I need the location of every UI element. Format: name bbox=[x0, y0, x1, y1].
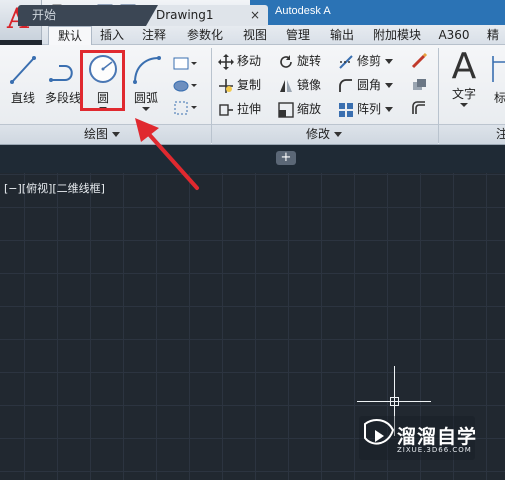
tab-parametric[interactable]: 参数化 bbox=[178, 26, 232, 45]
new-tab-button[interactable]: + bbox=[276, 151, 296, 165]
scale-icon bbox=[278, 101, 294, 118]
line-icon bbox=[10, 56, 36, 84]
chevron-down-icon[interactable] bbox=[384, 106, 393, 113]
chevron-down-icon[interactable] bbox=[459, 102, 469, 108]
annotation-arrow-icon bbox=[135, 118, 199, 190]
stretch-button[interactable]: 拉伸 bbox=[218, 99, 261, 119]
move-icon bbox=[218, 53, 234, 70]
tab-addins[interactable]: 附加模块 bbox=[364, 26, 430, 45]
arc-icon bbox=[133, 56, 161, 84]
chevron-down-icon[interactable] bbox=[384, 58, 393, 65]
file-tab-bar bbox=[0, 145, 505, 173]
tab-featured[interactable]: 精 bbox=[478, 26, 505, 45]
modify-panel-title[interactable]: 修改 bbox=[306, 125, 342, 143]
line-button[interactable]: 直线 bbox=[6, 52, 40, 106]
text-button[interactable]: A 文字 bbox=[445, 48, 483, 108]
viewport-controls[interactable]: [−][俯视][二维线框] bbox=[4, 180, 105, 196]
dimension-button[interactable]: 标 bbox=[489, 52, 505, 106]
draw-panel-title[interactable]: 绘图 bbox=[84, 125, 120, 143]
rotate-button[interactable]: 旋转 bbox=[278, 51, 321, 71]
mirror-icon bbox=[280, 79, 292, 92]
tab-drawing1[interactable]: Drawing1 × bbox=[146, 5, 268, 26]
chevron-down-icon[interactable] bbox=[384, 82, 393, 89]
ribbon-tab-bar: 默认 插入 注释 参数化 视图 管理 输出 附加模块 A360 精 bbox=[42, 25, 505, 45]
tab-annotate[interactable]: 注释 bbox=[134, 26, 174, 45]
chevron-down-icon bbox=[333, 132, 342, 137]
mirror-button[interactable]: 镜像 bbox=[278, 75, 321, 95]
explode-icon[interactable] bbox=[410, 77, 428, 93]
offset-icon[interactable] bbox=[410, 100, 428, 116]
rectangle-icon[interactable] bbox=[172, 56, 198, 72]
rotate-icon bbox=[280, 54, 292, 68]
fillet-button[interactable]: 圆角 bbox=[338, 75, 396, 95]
scale-button[interactable]: 缩放 bbox=[278, 99, 321, 119]
tab-output[interactable]: 输出 bbox=[322, 26, 362, 45]
app-title: Autodesk A bbox=[275, 5, 331, 17]
tab-manage[interactable]: 管理 bbox=[278, 26, 318, 45]
erase-icon[interactable] bbox=[410, 53, 428, 69]
stretch-icon bbox=[219, 103, 233, 116]
trim-icon bbox=[339, 54, 353, 69]
copy-button[interactable]: 复制 bbox=[218, 75, 261, 95]
close-icon[interactable]: × bbox=[250, 5, 260, 25]
polyline-icon bbox=[49, 65, 73, 82]
trim-button[interactable]: 修剪 bbox=[338, 51, 396, 71]
move-button[interactable]: 移动 bbox=[218, 51, 261, 71]
array-icon bbox=[339, 102, 353, 117]
hatch-icon[interactable] bbox=[172, 78, 198, 94]
tab-insert[interactable]: 插入 bbox=[92, 26, 132, 45]
arc-button[interactable]: 圆弧 bbox=[128, 52, 164, 112]
tab-a360[interactable]: A360 bbox=[434, 26, 474, 45]
dimension-icon bbox=[492, 56, 505, 82]
crosshair-pickbox bbox=[390, 397, 399, 406]
copy-icon bbox=[219, 78, 233, 93]
annotation-panel-title[interactable]: 注 bbox=[496, 125, 505, 143]
watermark-name: 溜溜自学 bbox=[397, 426, 478, 448]
fillet-icon bbox=[339, 78, 352, 92]
highlight-box bbox=[80, 50, 125, 111]
array-button[interactable]: 阵列 bbox=[338, 99, 396, 119]
polyline-button[interactable]: 多段线 bbox=[43, 52, 83, 106]
watermark-url: ZIXUE.3D66.COM bbox=[397, 446, 472, 454]
tab-view[interactable]: 视图 bbox=[236, 26, 274, 45]
tab-default[interactable]: 默认 bbox=[48, 26, 92, 45]
chevron-down-icon bbox=[111, 132, 120, 137]
text-icon: A bbox=[451, 46, 477, 87]
